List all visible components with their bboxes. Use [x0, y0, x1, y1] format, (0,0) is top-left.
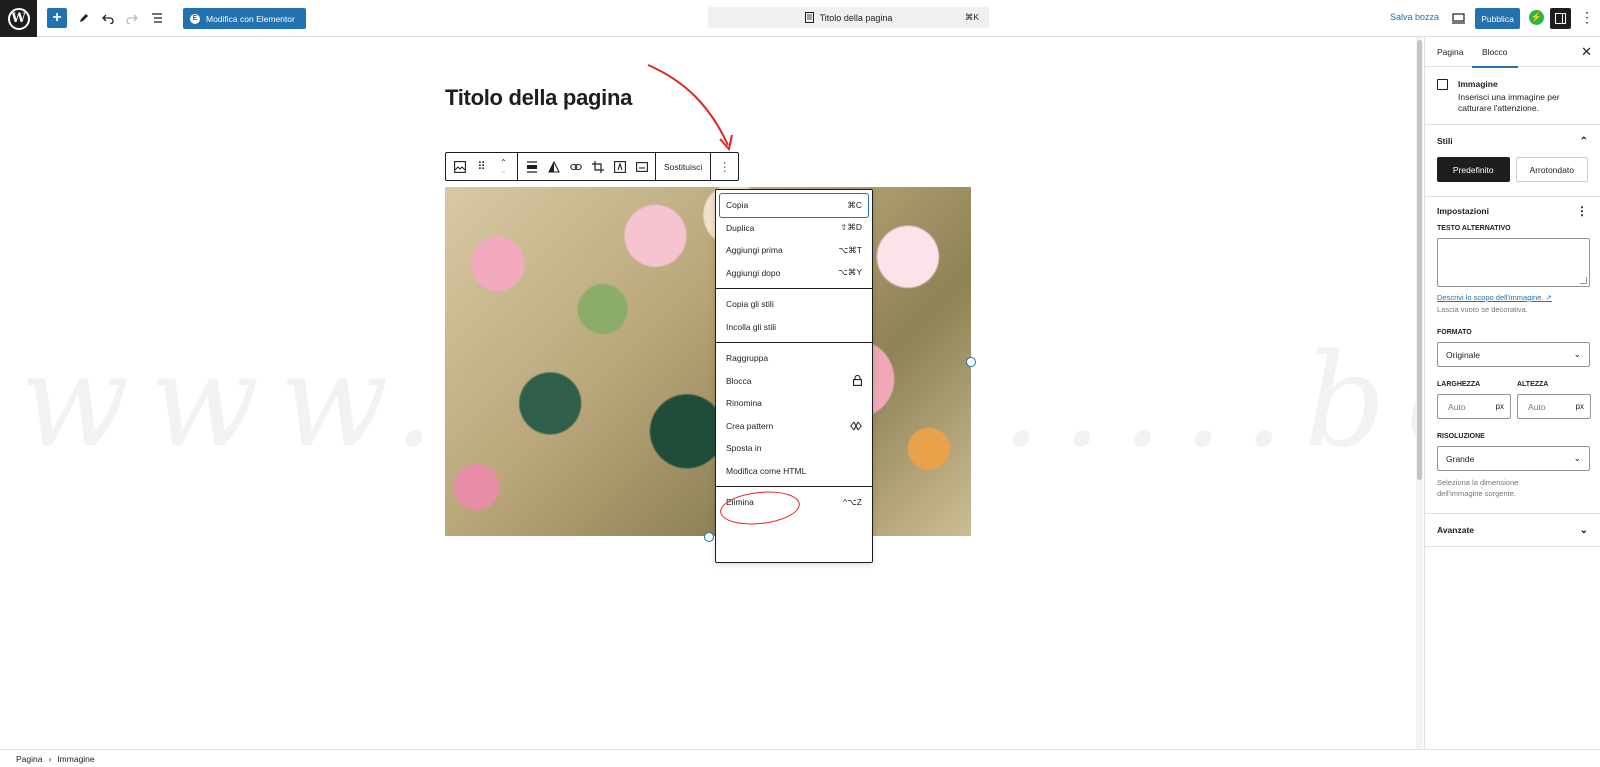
menu-item-insert-before[interactable]: Aggiungi prima ⌥⌘T — [720, 239, 868, 262]
text-overlay-icon[interactable] — [610, 157, 629, 176]
editor-canvas: www.l.............bon.com Titolo della p… — [0, 37, 1416, 749]
drag-handle-icon[interactable]: ⠿ — [472, 157, 491, 176]
menu-item-lock[interactable]: Blocca — [720, 370, 868, 393]
format-label: FORMATO — [1437, 329, 1472, 336]
pencil-icon[interactable] — [74, 8, 94, 28]
redo-icon[interactable] — [122, 8, 142, 28]
menu-item-edit-html[interactable]: Modifica come HTML — [720, 460, 868, 483]
replace-button[interactable]: Sostituisci — [660, 162, 706, 172]
menu-item-group[interactable]: Raggruppa — [720, 347, 868, 370]
menu-item-rename[interactable]: Rinomina — [720, 392, 868, 415]
preview-icon[interactable] — [1448, 8, 1468, 28]
red-circle-annotation — [718, 488, 802, 529]
menu-item-duplicate[interactable]: Duplica ⇧⌘D — [720, 217, 868, 240]
image-icon — [1437, 79, 1448, 90]
image-block[interactable] — [445, 187, 971, 536]
canvas-scrollbar-thumb[interactable] — [1417, 40, 1422, 480]
caption-icon[interactable] — [632, 157, 651, 176]
breadcrumb-separator-icon: › — [48, 753, 52, 764]
chevron-down-icon: ⌄ — [1573, 453, 1581, 463]
width-input[interactable]: Auto px — [1437, 394, 1511, 419]
save-draft-button[interactable]: Salva bozza — [1390, 12, 1439, 22]
resize-handle-right[interactable] — [966, 357, 976, 367]
chevron-down-icon: ⌄ — [1573, 349, 1581, 359]
document-icon — [804, 12, 814, 23]
alt-help-text: Lascia vuoto se decorativa. — [1437, 305, 1528, 314]
block-name: Immagine — [1458, 79, 1498, 89]
publish-button[interactable]: Pubblica — [1475, 8, 1520, 29]
settings-panel: Impostazioni ⋮ TESTO ALTERNATIVO Descriv… — [1425, 197, 1600, 514]
styles-panel: Stili ⌃ Predefinito Arrotondato — [1425, 125, 1600, 197]
kebab-icon[interactable]: ⋮ — [1576, 204, 1588, 218]
add-block-button[interactable]: + — [47, 8, 67, 28]
resize-handle-bottom[interactable] — [704, 532, 714, 542]
block-toolbar: ⠿ ⌃ ⌄ Sostituisci ⋮ — [445, 152, 740, 181]
width-label: LARGHEZZA — [1437, 381, 1481, 388]
red-arrow-annotation — [647, 64, 733, 152]
advanced-panel-header[interactable]: Avanzate ⌄ — [1425, 514, 1600, 546]
menu-item-delete[interactable]: Elimina ^⌥Z — [718, 488, 868, 529]
menu-item-paste-styles[interactable]: Incolla gli stili — [720, 316, 868, 339]
resolution-select[interactable]: Grande ⌄ — [1437, 446, 1590, 471]
breadcrumb-page[interactable]: Pagina — [16, 754, 42, 764]
document-title: Titolo della pagina — [819, 12, 893, 23]
menu-item-insert-after[interactable]: Aggiungi dopo ⌥⌘Y — [720, 262, 868, 285]
breadcrumb-image[interactable]: Immagine — [57, 754, 94, 764]
pattern-icon — [850, 421, 862, 431]
elementor-label: Modifica con Elementor — [206, 13, 295, 24]
more-options-icon[interactable]: ⋮ — [715, 157, 734, 176]
elementor-icon: E — [190, 13, 200, 24]
command-shortcut: ⌘K — [964, 12, 979, 22]
tab-page[interactable]: Pagina — [1437, 47, 1463, 57]
image-block-icon[interactable] — [450, 157, 469, 176]
chevron-up-icon: ⌃ — [1579, 135, 1588, 147]
options-menu-icon[interactable]: ⋮ — [1580, 10, 1594, 24]
performance-bolt-icon[interactable]: ⚡ — [1529, 10, 1544, 25]
height-input[interactable]: Auto px — [1517, 394, 1591, 419]
align-icon[interactable] — [522, 157, 541, 176]
crop-icon[interactable] — [588, 157, 607, 176]
block-options-menu: Copia ⌘C Duplica ⇧⌘D Aggiungi prima ⌥⌘T … — [715, 189, 873, 563]
alt-text-field[interactable] — [1437, 238, 1590, 287]
wordpress-logo-icon[interactable]: W — [0, 0, 37, 37]
style-default-button[interactable]: Predefinito — [1437, 157, 1510, 182]
resolution-help-text: Seleziona la dimensione dell'immagine so… — [1437, 478, 1519, 498]
close-icon[interactable]: ✕ — [1581, 44, 1592, 60]
settings-sidebar-toggle[interactable] — [1550, 8, 1571, 29]
page-title[interactable]: Titolo della pagina — [445, 85, 632, 111]
top-toolbar: W + E Modifica con Elementor Titolo dell… — [0, 0, 1600, 37]
height-label: ALTEZZA — [1517, 381, 1549, 388]
lock-icon — [853, 375, 862, 387]
duotone-icon[interactable] — [544, 157, 563, 176]
styles-panel-header[interactable]: Stili ⌃ — [1425, 125, 1600, 157]
chevron-down-icon: ⌄ — [1579, 524, 1588, 536]
link-icon[interactable] — [566, 157, 585, 176]
list-view-icon[interactable] — [147, 8, 167, 28]
block-card: Immagine Inserisci una immagine per catt… — [1425, 67, 1600, 125]
menu-item-copy[interactable]: Copia ⌘C — [719, 193, 869, 218]
settings-sidebar: Pagina Blocco ✕ Immagine Inserisci una i… — [1424, 37, 1600, 749]
document-bar[interactable]: Titolo della pagina ⌘K — [708, 7, 989, 28]
menu-item-create-pattern[interactable]: Crea pattern — [720, 415, 868, 438]
block-description: Inserisci una immagine per catturare l'a… — [1458, 92, 1560, 113]
undo-icon[interactable] — [98, 8, 118, 28]
resolution-label: RISOLUZIONE — [1437, 433, 1485, 440]
format-select[interactable]: Originale ⌄ — [1437, 342, 1590, 367]
alt-text-label: TESTO ALTERNATIVO — [1437, 225, 1511, 232]
alt-help-link[interactable]: Descrivi lo scopo dell'immagine. ↗ — [1425, 293, 1600, 302]
advanced-panel: Avanzate ⌄ — [1425, 514, 1600, 547]
tab-block[interactable]: Blocco — [1472, 47, 1517, 68]
breadcrumb: Pagina › Immagine — [0, 749, 1600, 767]
edit-with-elementor-button[interactable]: E Modifica con Elementor — [183, 8, 306, 29]
sidebar-tabs: Pagina Blocco ✕ — [1425, 37, 1600, 68]
settings-panel-header[interactable]: Impostazioni ⋮ — [1425, 197, 1600, 225]
menu-item-move-to[interactable]: Sposta in — [720, 437, 868, 460]
style-rounded-button[interactable]: Arrotondato — [1515, 157, 1588, 182]
menu-item-copy-styles[interactable]: Copia gli stili — [720, 293, 868, 316]
move-up-down-icon[interactable]: ⌃ ⌄ — [494, 157, 513, 176]
